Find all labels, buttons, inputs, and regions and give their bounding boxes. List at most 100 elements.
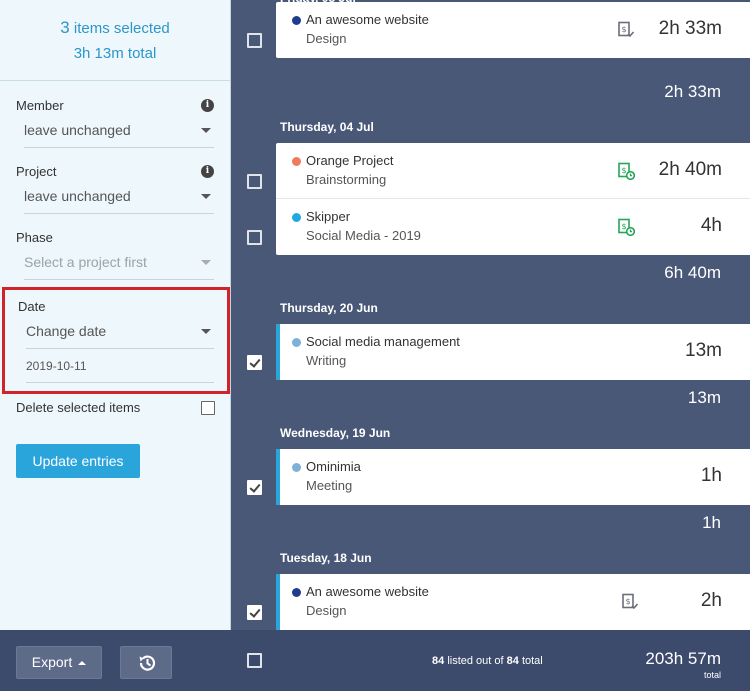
date-section-highlight: Date Change date 2019-10-11 — [2, 287, 230, 394]
time-entry[interactable]: Social media management Writing 13m — [276, 324, 750, 380]
day-header: Thursday, 20 Jun — [280, 301, 378, 315]
listed-count-text: 84 listed out of 84 total — [432, 655, 543, 667]
time-entry[interactable]: An awesome website Design $2h 33m — [276, 2, 750, 58]
project-color-dot — [292, 213, 301, 222]
billable-icon[interactable]: $ — [617, 162, 635, 180]
grand-total-label: total — [703, 670, 721, 680]
listed-total: 84 — [506, 655, 519, 667]
selected-count: 3 — [60, 18, 70, 37]
entry-task-name: Brainstorming — [306, 172, 387, 187]
delete-selected-label: Delete selected items — [16, 400, 141, 415]
chevron-down-icon — [201, 128, 211, 133]
history-button[interactable] — [120, 646, 172, 679]
entry-checkbox[interactable] — [247, 355, 262, 370]
day-total: 6h 40m — [664, 263, 721, 282]
entry-task-name: Design — [306, 31, 347, 46]
entry-duration: 13m — [685, 340, 722, 361]
date-select[interactable]: Change date — [26, 315, 214, 349]
time-entry[interactable]: Ominimia Meeting 1h — [276, 449, 750, 505]
entry-task-name: Social Media - 2019 — [306, 228, 421, 243]
selection-summary: 3 items selected 3h 13m total — [0, 0, 230, 81]
grand-total: 203h 57m total — [645, 650, 721, 684]
entry-checkbox[interactable] — [247, 230, 262, 245]
entry-task-name: Writing — [306, 353, 347, 368]
entries-list: Friday, 05 JulAn awesome websiteDesign$2… — [231, 0, 750, 630]
phase-select-value: Select a project first — [24, 254, 147, 270]
chevron-down-icon — [201, 260, 211, 265]
entry-checkbox[interactable] — [247, 605, 262, 620]
project-select-value: leave unchanged — [24, 188, 131, 204]
member-label: Member — [16, 97, 64, 113]
date-input[interactable]: 2019-10-11 — [26, 349, 214, 383]
selected-total-label: total — [127, 45, 157, 62]
day-card: Ominimia Meeting 1h — [276, 449, 750, 505]
entry-task-name: Design — [306, 603, 347, 618]
export-label: Export — [31, 654, 73, 670]
info-icon[interactable]: i — [201, 164, 214, 178]
non-billable-icon[interactable]: $ — [617, 21, 635, 39]
member-select[interactable]: leave unchanged — [24, 114, 214, 148]
phase-select[interactable]: Select a project first — [24, 246, 214, 280]
project-label: Project — [16, 163, 57, 179]
entry-duration: 1h — [700, 465, 722, 486]
svg-text:$: $ — [621, 222, 626, 231]
day-total: 1h — [702, 513, 721, 532]
entry-project-name: Social media management — [306, 334, 460, 349]
update-entries-button[interactable]: Update entries — [16, 444, 140, 478]
day-total: 2h 33m — [664, 82, 721, 101]
project-color-dot — [292, 157, 301, 166]
selected-total: 3h 13m — [73, 45, 124, 62]
entry-duration: 4h — [700, 215, 722, 236]
selected-count-label: items selected — [73, 20, 170, 37]
time-entry[interactable]: Skipper Social Media - 2019 $4h — [276, 199, 750, 255]
non-billable-icon[interactable]: $ — [621, 593, 639, 611]
history-icon — [139, 655, 156, 671]
svg-text:$: $ — [621, 166, 626, 175]
export-button[interactable]: Export — [16, 646, 102, 679]
listed-count: 84 — [432, 655, 445, 667]
delete-selected-row: Delete selected items — [16, 400, 215, 415]
svg-text:$: $ — [625, 597, 630, 606]
project-select[interactable]: leave unchanged — [24, 180, 214, 214]
day-header: Wednesday, 19 Jun — [280, 426, 391, 440]
entry-checkbox[interactable] — [247, 33, 262, 48]
entry-duration: 2h 33m — [658, 18, 722, 39]
date-label: Date — [18, 298, 46, 314]
entry-project-name: Skipper — [306, 209, 351, 224]
day-card: An awesome website Design $2h — [276, 574, 750, 630]
svg-text:$: $ — [621, 25, 626, 34]
phase-label: Phase — [16, 229, 53, 245]
day-header: Tuesday, 18 Jun — [280, 551, 372, 565]
project-color-dot — [292, 338, 301, 347]
project-color-dot — [292, 463, 301, 472]
project-color-dot — [292, 588, 301, 597]
listed-end: total — [521, 655, 543, 667]
day-header: Thursday, 04 Jul — [280, 120, 374, 134]
day-card: Orange Project Brainstorming $2h 40m Skippe… — [276, 143, 750, 255]
listed-mid: listed out of — [447, 655, 504, 667]
day-total: 13m — [687, 388, 721, 407]
chevron-up-icon — [78, 661, 87, 666]
delete-selected-checkbox[interactable] — [201, 400, 215, 415]
chevron-down-icon — [201, 329, 211, 334]
footer-bar: Export 84 listed out of 84 total 203h 57… — [0, 630, 750, 691]
entry-duration: 2h — [700, 590, 722, 611]
time-entry[interactable]: An awesome website Design $2h — [276, 574, 750, 630]
entry-checkbox[interactable] — [247, 480, 262, 495]
select-all-checkbox[interactable] — [247, 653, 262, 668]
entry-checkbox[interactable] — [247, 174, 262, 189]
entry-project-name: Ominimia — [306, 459, 361, 474]
chevron-down-icon — [201, 194, 211, 199]
project-color-dot — [292, 16, 301, 25]
entry-project-name: An awesome website — [306, 584, 429, 599]
bulk-edit-sidebar: 3 items selected 3h 13m total Member i le… — [0, 0, 231, 630]
info-icon[interactable]: i — [201, 98, 214, 112]
member-select-value: leave unchanged — [24, 122, 131, 138]
billable-icon[interactable]: $ — [617, 218, 635, 236]
time-entry[interactable]: Orange Project Brainstorming $2h 40m — [276, 143, 750, 199]
day-card: Social media management Writing 13m — [276, 324, 750, 380]
entry-project-name: Orange Project — [306, 153, 394, 168]
day-card: An awesome website Design $2h 33m — [276, 2, 750, 58]
entry-task-name: Meeting — [306, 478, 353, 493]
date-select-value: Change date — [26, 323, 107, 339]
